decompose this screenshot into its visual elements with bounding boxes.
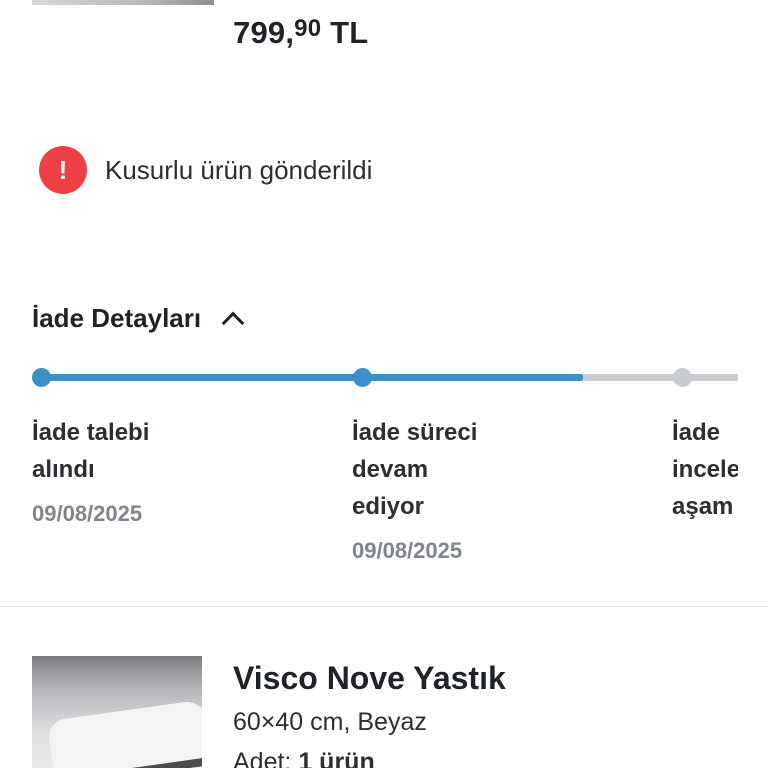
pillow-image <box>46 699 202 768</box>
return-details-title: İade Detayları <box>32 303 202 333</box>
price-currency: TL <box>330 15 369 50</box>
step-2-marker <box>353 368 372 387</box>
progress-track-completed <box>41 374 583 381</box>
step-3: İade incele aşam <box>672 414 738 525</box>
step-3-marker <box>673 368 692 387</box>
step-2-label-line: İade süreci <box>352 419 478 446</box>
step-1: İade talebi alındı 09/08/2025 <box>32 414 202 527</box>
price-decimal: 90 <box>294 15 322 42</box>
top-product-image[interactable] <box>32 0 214 5</box>
chevron-up-icon <box>221 311 245 334</box>
top-product-price: 799,90 TL <box>233 15 368 51</box>
progress-track-remaining <box>583 374 738 381</box>
step-1-label-line: alındı <box>32 456 95 483</box>
return-reason-text: Kusurlu ürün gönderildi <box>105 154 373 185</box>
product-name[interactable]: Visco Nove Yastık <box>233 660 506 697</box>
step-3-label-line: aşam <box>672 493 734 520</box>
step-1-date: 09/08/2025 <box>32 501 143 526</box>
step-2-date: 09/08/2025 <box>352 538 463 563</box>
product-image[interactable] <box>32 656 202 768</box>
step-2-label-line: devam <box>352 456 429 483</box>
step-3-label-line: İade <box>672 419 721 446</box>
section-divider <box>0 606 768 607</box>
quantity-label: Adet: <box>233 748 292 768</box>
step-1-label: İade talebi alındı <box>32 414 202 488</box>
step-2-label-line: ediyor <box>352 493 425 520</box>
step-2: İade süreci devam ediyor 09/08/2025 <box>352 414 522 564</box>
return-detail-page: 799,90 TL ! Kusurlu ürün gönderildi İade… <box>0 0 768 768</box>
step-1-label-line: İade talebi <box>32 419 150 446</box>
step-2-label: İade süreci devam ediyor <box>352 414 522 525</box>
step-1-marker <box>32 368 51 387</box>
quantity-value: 1 ürün <box>298 748 375 768</box>
product-quantity: Adet: 1 ürün <box>233 748 375 768</box>
return-details-toggle[interactable]: İade Detayları <box>32 303 245 334</box>
step-3-label: İade incele aşam <box>672 414 738 525</box>
return-reason: ! Kusurlu ürün gönderildi <box>39 146 372 194</box>
price-main: 799, <box>233 15 295 50</box>
step-3-label-line: incele <box>672 456 738 483</box>
alert-icon: ! <box>39 146 87 194</box>
product-variant: 60×40 cm, Beyaz <box>233 708 427 736</box>
